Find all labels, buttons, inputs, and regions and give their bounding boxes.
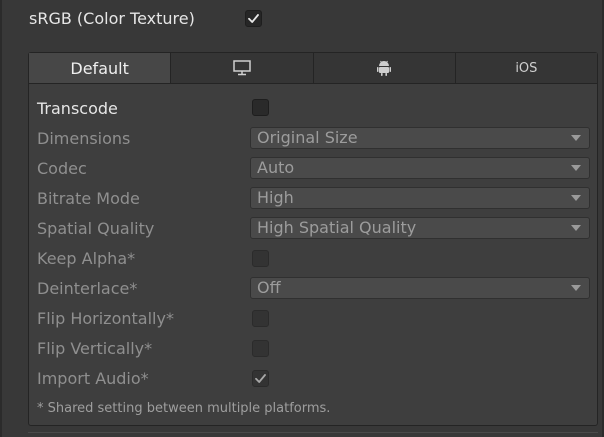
chevron-down-icon bbox=[571, 165, 581, 171]
tab-default[interactable]: Default bbox=[29, 53, 172, 83]
keep-alpha-checkbox[interactable] bbox=[252, 250, 269, 267]
dimensions-value: Original Size bbox=[257, 128, 358, 147]
android-icon bbox=[377, 60, 392, 76]
tab-android[interactable] bbox=[314, 53, 456, 83]
deinterlace-label: Deinterlace* bbox=[37, 279, 138, 298]
flip-horizontally-checkbox[interactable] bbox=[252, 310, 269, 327]
bitrate-mode-dropdown[interactable]: High bbox=[250, 187, 590, 209]
monitor-icon bbox=[233, 60, 251, 76]
divider bbox=[28, 432, 598, 433]
spatial-quality-label: Spatial Quality bbox=[37, 219, 155, 238]
spatial-quality-dropdown[interactable]: High Spatial Quality bbox=[250, 217, 590, 239]
srgb-label: sRGB (Color Texture) bbox=[29, 9, 195, 28]
shared-setting-footnote: * Shared setting between multiple platfo… bbox=[37, 401, 331, 416]
tab-default-label: Default bbox=[70, 58, 129, 78]
flip-vertically-checkbox[interactable] bbox=[252, 340, 269, 357]
left-border bbox=[0, 0, 2, 437]
dimensions-label: Dimensions bbox=[37, 129, 131, 148]
deinterlace-value: Off bbox=[257, 278, 281, 297]
checkmark-icon bbox=[248, 14, 259, 23]
flip-vertically-label: Flip Vertically* bbox=[37, 339, 153, 358]
bitrate-mode-label: Bitrate Mode bbox=[37, 189, 140, 208]
transcode-checkbox[interactable] bbox=[252, 99, 269, 116]
chevron-down-icon bbox=[571, 195, 581, 201]
chevron-down-icon bbox=[571, 135, 581, 141]
platform-tabs: Default iOS bbox=[29, 53, 597, 84]
dimensions-dropdown[interactable]: Original Size bbox=[250, 127, 590, 149]
codec-value: Auto bbox=[257, 158, 295, 177]
keep-alpha-label: Keep Alpha* bbox=[37, 249, 136, 268]
video-import-settings-inspector: sRGB (Color Texture) Default iOS Transco… bbox=[0, 0, 604, 437]
deinterlace-dropdown[interactable]: Off bbox=[250, 277, 590, 299]
flip-horizontally-label: Flip Horizontally* bbox=[37, 309, 174, 328]
tab-ios[interactable]: iOS bbox=[456, 53, 597, 83]
codec-dropdown[interactable]: Auto bbox=[250, 157, 590, 179]
bitrate-mode-value: High bbox=[257, 188, 294, 207]
tab-standalone[interactable] bbox=[171, 53, 314, 83]
import-audio-label: Import Audio* bbox=[37, 369, 149, 388]
codec-label: Codec bbox=[37, 159, 87, 178]
chevron-down-icon bbox=[571, 285, 581, 291]
tab-ios-label: iOS bbox=[515, 60, 538, 76]
chevron-down-icon bbox=[571, 225, 581, 231]
transcode-label: Transcode bbox=[37, 99, 118, 118]
srgb-checkbox[interactable] bbox=[245, 10, 262, 27]
spatial-quality-value: High Spatial Quality bbox=[257, 218, 417, 237]
checkmark-icon bbox=[255, 374, 266, 383]
import-audio-checkbox[interactable] bbox=[252, 370, 269, 387]
